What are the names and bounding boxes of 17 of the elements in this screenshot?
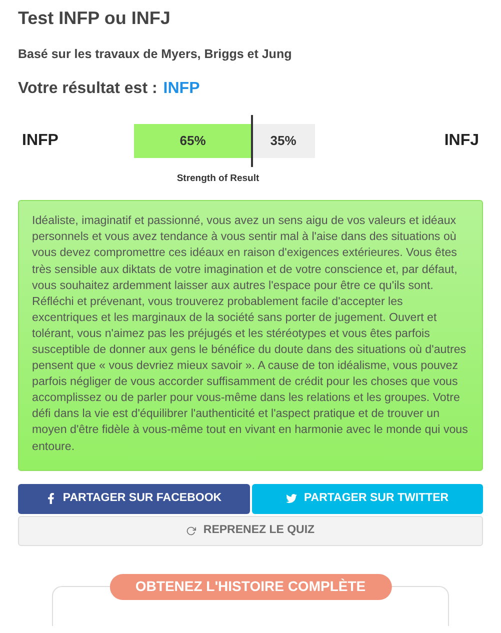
- facebook-icon: [46, 493, 56, 504]
- share-button[interactable]: PARTAGER SUR FACEBOOK: [18, 484, 250, 514]
- result-label: Votre résultat est :: [18, 79, 158, 99]
- meter-reading: 65%: [178, 132, 207, 150]
- type-label: INFJ: [443, 131, 480, 151]
- result-type: INFP: [163, 79, 200, 99]
- meter-caption: Strength of Result: [176, 172, 260, 186]
- retake-quiz-button[interactable]: REPRENEZ LE QUIZ: [18, 516, 483, 546]
- refresh-icon: [186, 526, 196, 536]
- subtitle: Basé sur les travaux de Myers, Briggs et Jung: [18, 46, 293, 62]
- page-title: Test INFP ou INFJ: [18, 7, 172, 30]
- type-label: INFP: [21, 131, 60, 151]
- meter-divider: [250, 115, 253, 167]
- description-text: Idéaliste, imaginatif et passionné, vous avez un sens aigu de vos valeurs et idéaux personnels et vous avez tendance à vous sentir mal à l'aise dans des situations où vous devez compromettre ces idéaux en raison d'exigences extérieures. Vous êtes très sensible aux diktats de votre imagination et de votre conscience et, par défaut, vous souhaitez ardemment laisser aux autres l'espace pour être ce qu'ils sont. Réfléchi et prévenant, vous trouverez probablement facile d'accepter les excentriques et les marginaux de la société sans porter de jugement. Ouvert et tolérant, vous n'aimez pas les préjugés et les stéréotypes et vous êtes parfois susceptible de donner aux gens le bénéfice du doute dans des situations où d'autres pensent que « vous devriez mieux savoir ». A cause de ton idéalisme, vous pouvez parfois négliger de vous accorder suffisamment de crédit pour les choses que vous accomplissez ou de parler pour vous-même dans les relations et les groupes. Votre défi dans la vie est d'équilibrer l'authenticité et l'aspect pratique et de trouver un moyen d'être fidèle à vous-même tout en vivant en harmonie avec le monde qui vous entoure.: [32, 213, 469, 455]
- story-badge: OBTENEZ L'HISTOIRE COMPLÈTE: [109, 574, 392, 600]
- meter-reading: 35%: [269, 132, 298, 150]
- twitter-icon: [286, 493, 297, 504]
